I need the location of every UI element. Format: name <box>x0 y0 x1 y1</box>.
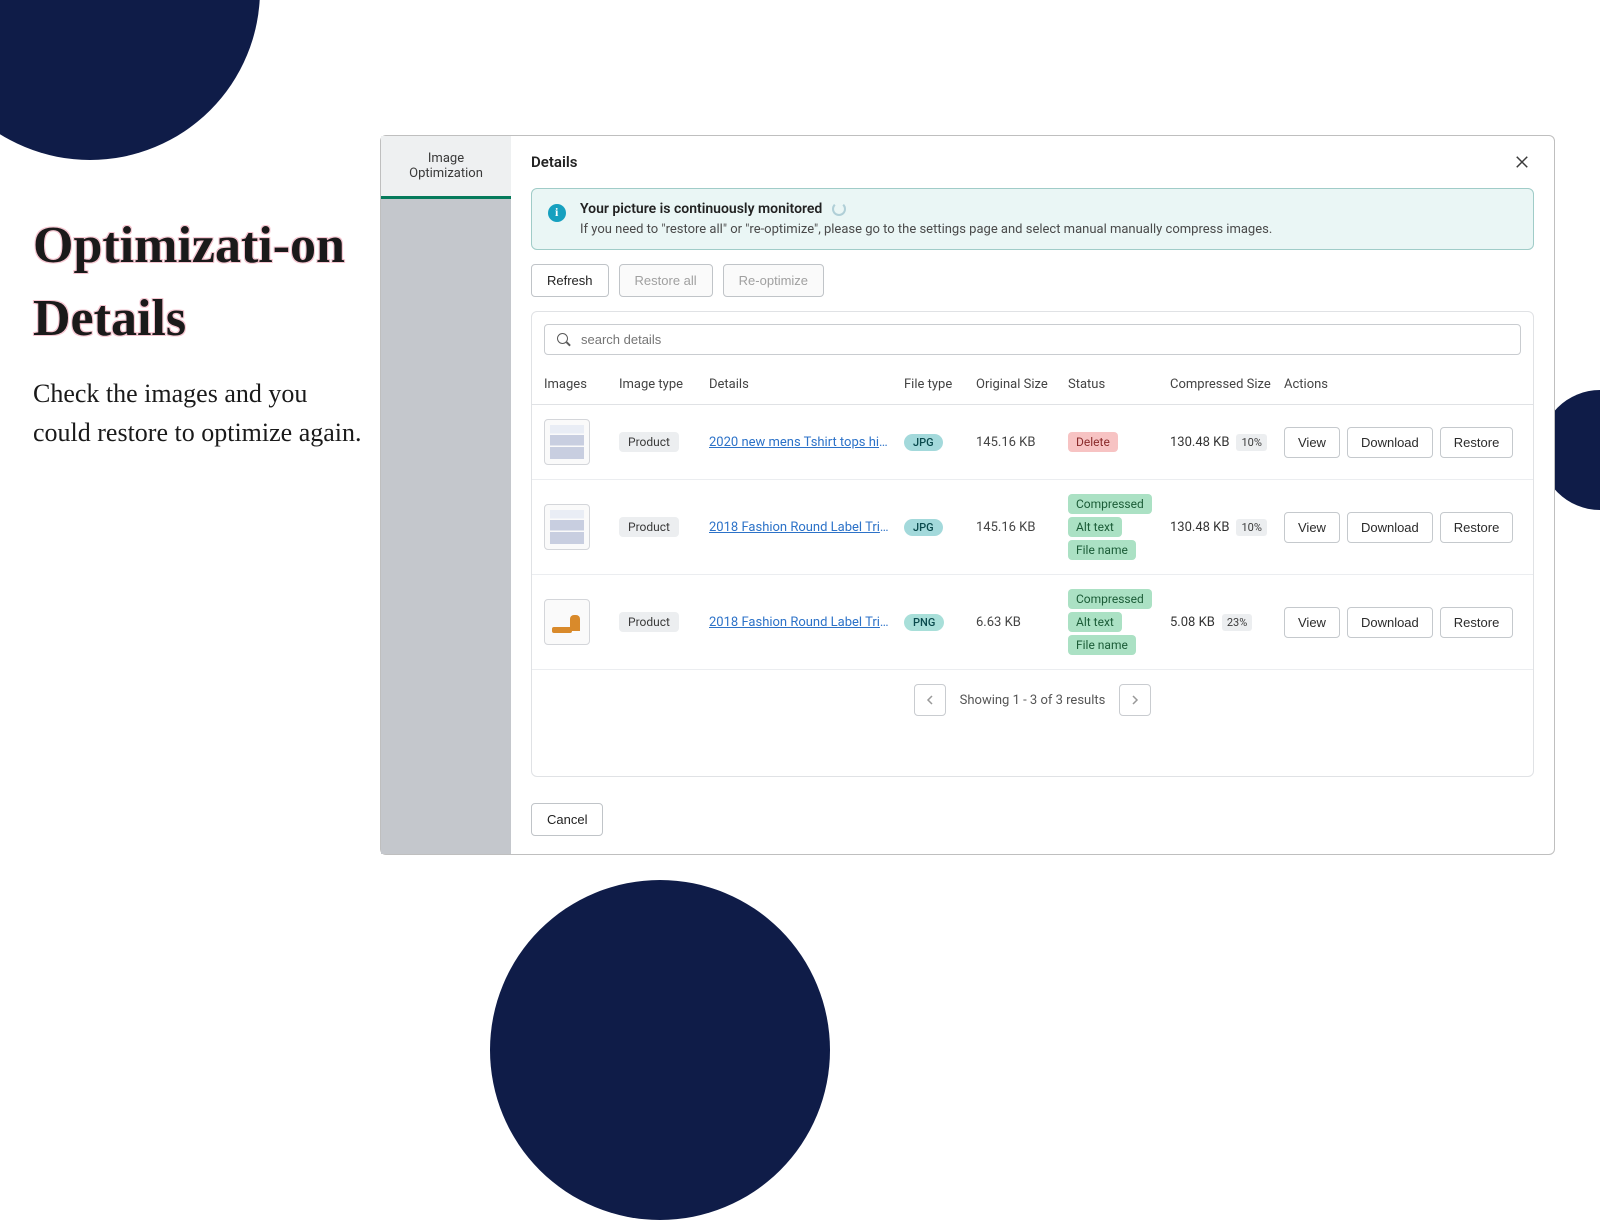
next-page-button[interactable] <box>1119 684 1151 716</box>
left-panel: Optimizati-on Details Check the images a… <box>33 210 363 452</box>
table-row: Product 2020 new mens Tshirt tops hip… JPG… <box>532 405 1533 480</box>
search-input[interactable] <box>581 332 1508 347</box>
view-button[interactable]: View <box>1284 427 1340 458</box>
spinner-icon <box>832 202 846 216</box>
image-thumbnail[interactable] <box>544 504 590 550</box>
pagination: Showing 1 - 3 of 3 results <box>532 669 1533 730</box>
col-image-type: Image type <box>619 377 709 392</box>
image-type-badge: Product <box>619 612 679 632</box>
image-thumbnail[interactable] <box>544 419 590 465</box>
modal-sidebar: Image Optimization <box>381 136 511 854</box>
modal-main: Details Your picture is continuously mon… <box>511 136 1554 854</box>
original-size-value: 6.63 KB <box>976 615 1068 630</box>
table-header: Images Image type Details File type Orig… <box>532 367 1533 405</box>
col-actions: Actions <box>1284 377 1521 392</box>
info-icon <box>548 204 566 222</box>
search-icon <box>557 333 571 347</box>
page-subtitle: Check the images and you could restore t… <box>33 374 363 452</box>
savings-badge: 10% <box>1236 519 1266 536</box>
view-button[interactable]: View <box>1284 512 1340 543</box>
decorative-circle <box>0 0 260 160</box>
details-modal: Image Optimization Details Your picture … <box>380 135 1555 855</box>
download-button[interactable]: Download <box>1347 427 1433 458</box>
modal-header: Details <box>511 136 1554 188</box>
download-button[interactable]: Download <box>1347 607 1433 638</box>
restore-button[interactable]: Restore <box>1440 607 1514 638</box>
modal-title: Details <box>531 153 577 171</box>
image-thumbnail[interactable] <box>544 599 590 645</box>
restore-all-button[interactable]: Restore all <box>619 264 713 297</box>
view-button[interactable]: View <box>1284 607 1340 638</box>
status-badge-delete: Delete <box>1068 432 1118 452</box>
table-rows: Product 2020 new mens Tshirt tops hip… JPG… <box>532 405 1533 669</box>
col-original-size: Original Size <box>976 377 1068 392</box>
banner-subtitle: If you need to "restore all" or "re-opti… <box>580 222 1517 237</box>
col-images: Images <box>544 377 619 392</box>
col-status: Status <box>1068 377 1170 392</box>
action-buttons-row: Refresh Restore all Re-optimize <box>531 264 1534 297</box>
compressed-size-value: 130.48 KB <box>1170 520 1229 535</box>
savings-badge: 10% <box>1236 434 1266 451</box>
search-wrap <box>532 312 1533 367</box>
refresh-button[interactable]: Refresh <box>531 264 609 297</box>
modal-footer: Cancel <box>511 791 1554 854</box>
compressed-size-value: 130.48 KB <box>1170 435 1229 450</box>
status-badge-alt-text: Alt text <box>1068 517 1122 537</box>
tab-image-optimization[interactable]: Image Optimization <box>381 136 511 199</box>
file-type-badge: PNG <box>904 614 944 631</box>
detail-link[interactable]: 2018 Fashion Round Label Tria… <box>709 520 889 535</box>
image-type-badge: Product <box>619 517 679 537</box>
col-compressed-size: Compressed Size <box>1170 377 1284 392</box>
image-type-badge: Product <box>619 432 679 452</box>
status-badge-file-name: File name <box>1068 635 1136 655</box>
prev-page-button[interactable] <box>914 684 946 716</box>
cancel-button[interactable]: Cancel <box>531 803 603 836</box>
close-icon[interactable] <box>1510 150 1534 174</box>
restore-button[interactable]: Restore <box>1440 427 1514 458</box>
search-input-wrap[interactable] <box>544 324 1521 355</box>
table-row: Product 2018 Fashion Round Label Tria… JPG… <box>532 480 1533 575</box>
table-row: Product 2018 Fashion Round Label Tria… PNG… <box>532 575 1533 669</box>
page-title: Optimizati-on Details <box>33 210 363 356</box>
status-badge-compressed: Compressed <box>1068 494 1152 514</box>
reoptimize-button[interactable]: Re-optimize <box>723 264 824 297</box>
compressed-size-value: 5.08 KB <box>1170 615 1215 630</box>
savings-badge: 23% <box>1222 614 1252 631</box>
info-banner: Your picture is continuously monitored I… <box>531 188 1534 250</box>
col-file-type: File type <box>904 377 976 392</box>
decorative-circle <box>490 880 830 1220</box>
download-button[interactable]: Download <box>1347 512 1433 543</box>
banner-title: Your picture is continuously monitored <box>580 201 822 217</box>
status-badge-file-name: File name <box>1068 540 1136 560</box>
file-type-badge: JPG <box>904 519 943 536</box>
col-details: Details <box>709 377 904 392</box>
restore-button[interactable]: Restore <box>1440 512 1514 543</box>
original-size-value: 145.16 KB <box>976 520 1068 535</box>
original-size-value: 145.16 KB <box>976 435 1068 450</box>
status-badge-alt-text: Alt text <box>1068 612 1122 632</box>
details-table-card: Images Image type Details File type Orig… <box>531 311 1534 777</box>
modal-body: Your picture is continuously monitored I… <box>511 188 1554 791</box>
status-badge-compressed: Compressed <box>1068 589 1152 609</box>
pagination-text: Showing 1 - 3 of 3 results <box>960 693 1106 708</box>
detail-link[interactable]: 2020 new mens Tshirt tops hip… <box>709 435 889 450</box>
detail-link[interactable]: 2018 Fashion Round Label Tria… <box>709 615 889 630</box>
file-type-badge: JPG <box>904 434 943 451</box>
